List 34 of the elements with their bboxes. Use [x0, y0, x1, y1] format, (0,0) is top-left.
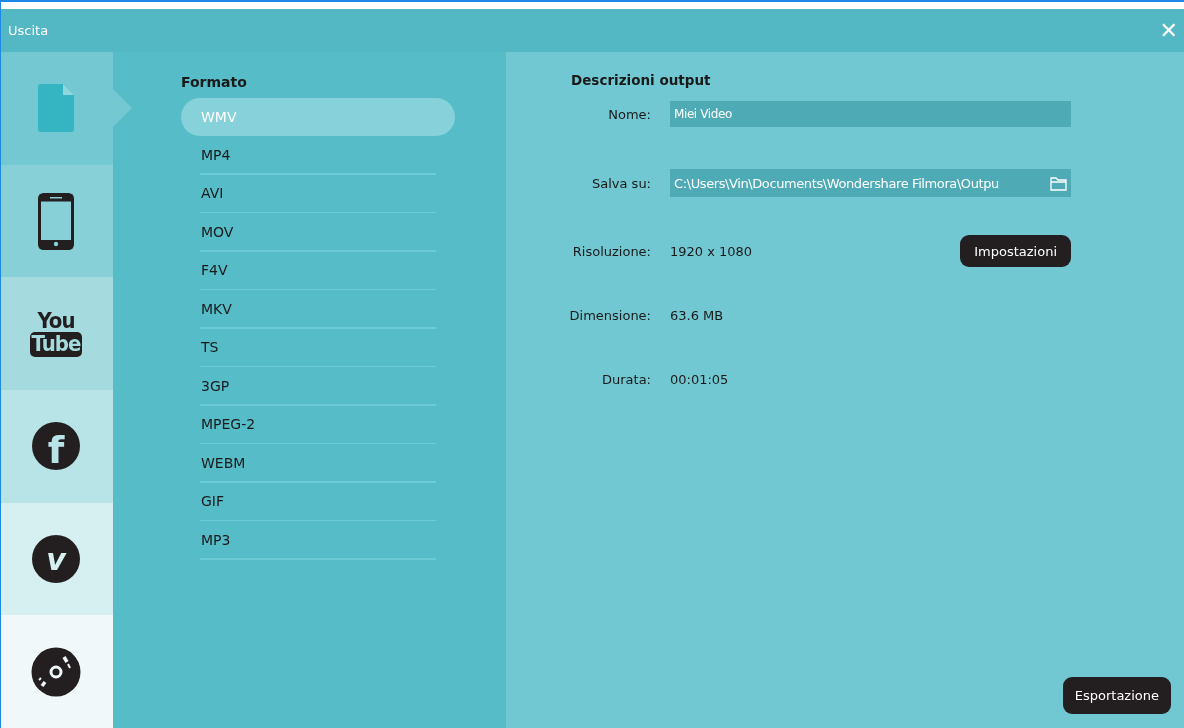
file-icon — [38, 84, 74, 133]
format-item[interactable]: 3GP — [181, 367, 455, 404]
facebook-logo-icon: f — [32, 422, 80, 471]
sidebar-tab[interactable] — [1, 615, 113, 728]
format-item[interactable]: GIF — [181, 482, 455, 520]
format-item[interactable]: MP3 — [181, 521, 455, 558]
field-value: 00:01:05 — [670, 371, 729, 387]
format-item[interactable]: MP4 — [181, 136, 455, 173]
format-item[interactable]: MPEG-2 — [181, 405, 455, 443]
window-title: Uscita — [8, 23, 49, 38]
section-heading: Descrizioni output — [571, 72, 711, 88]
sidebar-tab[interactable]: You Tube — [1, 277, 113, 390]
format-item[interactable]: TS — [181, 328, 455, 366]
format-item[interactable]: AVI — [181, 174, 455, 212]
export-button[interactable]: Esportazione — [1062, 677, 1171, 714]
field-label: Salva su: — [592, 175, 651, 191]
sidebar-tab[interactable]: v — [1, 502, 113, 616]
format-item[interactable]: MKV — [181, 290, 455, 327]
field-value: 63.6 MB — [670, 307, 724, 323]
disc-icon — [31, 646, 81, 697]
vimeo-logo-icon: v — [32, 535, 80, 583]
field-value: 1920 x 1080 — [670, 243, 753, 259]
sidebar-tab[interactable]: f — [1, 390, 113, 503]
field-label: Risoluzione: — [572, 243, 651, 259]
field-label: Dimensione: — [569, 307, 651, 323]
format-item[interactable]: WEBM — [181, 444, 455, 481]
field-label: Nome: — [608, 106, 651, 122]
section-heading: Formato — [181, 74, 247, 90]
field-label: Durata: — [602, 371, 651, 387]
format-item[interactable]: MOV — [181, 213, 455, 250]
format-item[interactable]: F4V — [181, 251, 455, 289]
phone-icon — [38, 192, 74, 250]
settings-button[interactable]: Impostazioni — [960, 235, 1071, 267]
sidebar-tab[interactable] — [1, 164, 113, 278]
